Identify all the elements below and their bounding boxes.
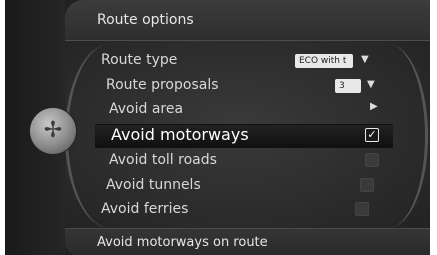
menu-item-label: Avoid area bbox=[109, 101, 184, 117]
screen: Route options Route type ECO with t ▼ Ro… bbox=[0, 0, 437, 255]
menu-item-avoid-ferries[interactable]: Avoid ferries bbox=[101, 201, 188, 217]
triangle-down-icon[interactable]: ▼ bbox=[367, 79, 375, 90]
triangle-right-icon[interactable]: ▶ bbox=[370, 101, 378, 112]
menu-item-label: Avoid motorways bbox=[111, 125, 249, 144]
header: Route options bbox=[65, 0, 430, 41]
route-type-value[interactable]: ECO with t bbox=[295, 54, 353, 68]
avoid-tunnels-checkbox[interactable] bbox=[360, 178, 374, 192]
page-title: Route options bbox=[97, 12, 194, 28]
menu-item-label: Avoid tunnels bbox=[106, 177, 201, 193]
checkmark-icon[interactable]: ✓ bbox=[365, 128, 379, 142]
menu-item-avoid-toll-roads[interactable]: Avoid toll roads bbox=[109, 152, 217, 168]
menu-item-label: Route proposals bbox=[106, 77, 219, 93]
menu-item-label: Route type bbox=[101, 52, 178, 68]
menu-item-route-type[interactable]: Route type bbox=[101, 52, 177, 68]
menu-item-label: Avoid ferries bbox=[101, 201, 189, 217]
menu-item-avoid-motorways[interactable]: Avoid motorways bbox=[111, 125, 249, 144]
compass-knob[interactable]: ✢ bbox=[29, 107, 77, 155]
menu-item-avoid-tunnels[interactable]: Avoid tunnels bbox=[106, 177, 201, 193]
footer-description: Avoid motorways on route bbox=[97, 235, 268, 250]
menu-item-avoid-area[interactable]: Avoid area bbox=[109, 101, 183, 117]
avoid-ferries-checkbox[interactable] bbox=[355, 202, 369, 216]
compass-icon: ✢ bbox=[43, 118, 63, 143]
menu-item-route-proposals[interactable]: Route proposals bbox=[106, 77, 219, 93]
triangle-down-icon[interactable]: ▼ bbox=[361, 54, 369, 65]
infotainment-panel: Route options Route type ECO with t ▼ Ro… bbox=[5, 0, 430, 255]
avoid-toll-roads-checkbox[interactable] bbox=[365, 153, 379, 167]
menu-item-label: Avoid toll roads bbox=[109, 152, 217, 168]
footer: Avoid motorways on route bbox=[65, 228, 430, 255]
route-proposals-value[interactable]: 3 bbox=[335, 79, 361, 93]
